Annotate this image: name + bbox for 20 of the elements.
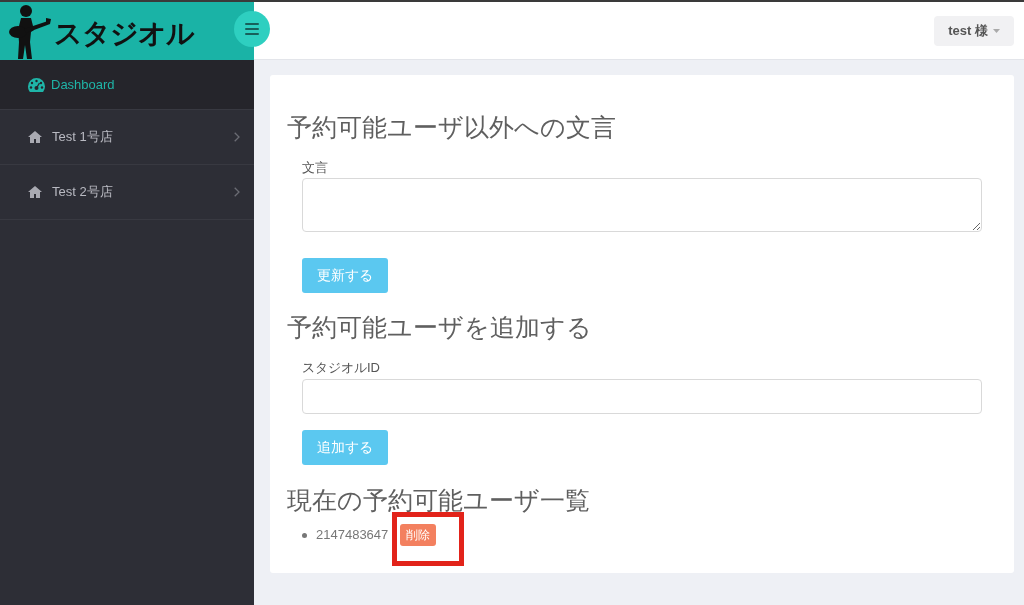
chevron-right-icon bbox=[234, 187, 240, 197]
caret-icon bbox=[992, 28, 1000, 33]
input-field[interactable] bbox=[302, 379, 982, 414]
user-menu-button[interactable]: test 様 bbox=[934, 15, 1014, 46]
chevron-right-icon bbox=[234, 132, 240, 142]
section-heading: 予約可能ユーザを追加する bbox=[287, 312, 593, 342]
section-heading: 現在の予約可能ユーザ一覧 bbox=[287, 485, 591, 515]
logo-text: スタジオル bbox=[54, 17, 194, 51]
user-id-text: 2147483647 bbox=[316, 526, 389, 545]
guitar-player-icon bbox=[8, 4, 52, 60]
house-icon bbox=[28, 131, 42, 143]
text-area[interactable] bbox=[302, 178, 982, 232]
bullet-icon bbox=[302, 532, 307, 538]
menu-icon[interactable] bbox=[234, 11, 270, 47]
sidebar-item[interactable]: Dashboard bbox=[0, 60, 254, 110]
house-icon bbox=[28, 186, 42, 198]
field-label: 文言 bbox=[302, 160, 329, 176]
section-heading: 予約可能ユーザ以外への文言 bbox=[287, 112, 617, 142]
field-label: スタジオルID bbox=[302, 360, 381, 376]
gauge-icon bbox=[28, 77, 45, 92]
